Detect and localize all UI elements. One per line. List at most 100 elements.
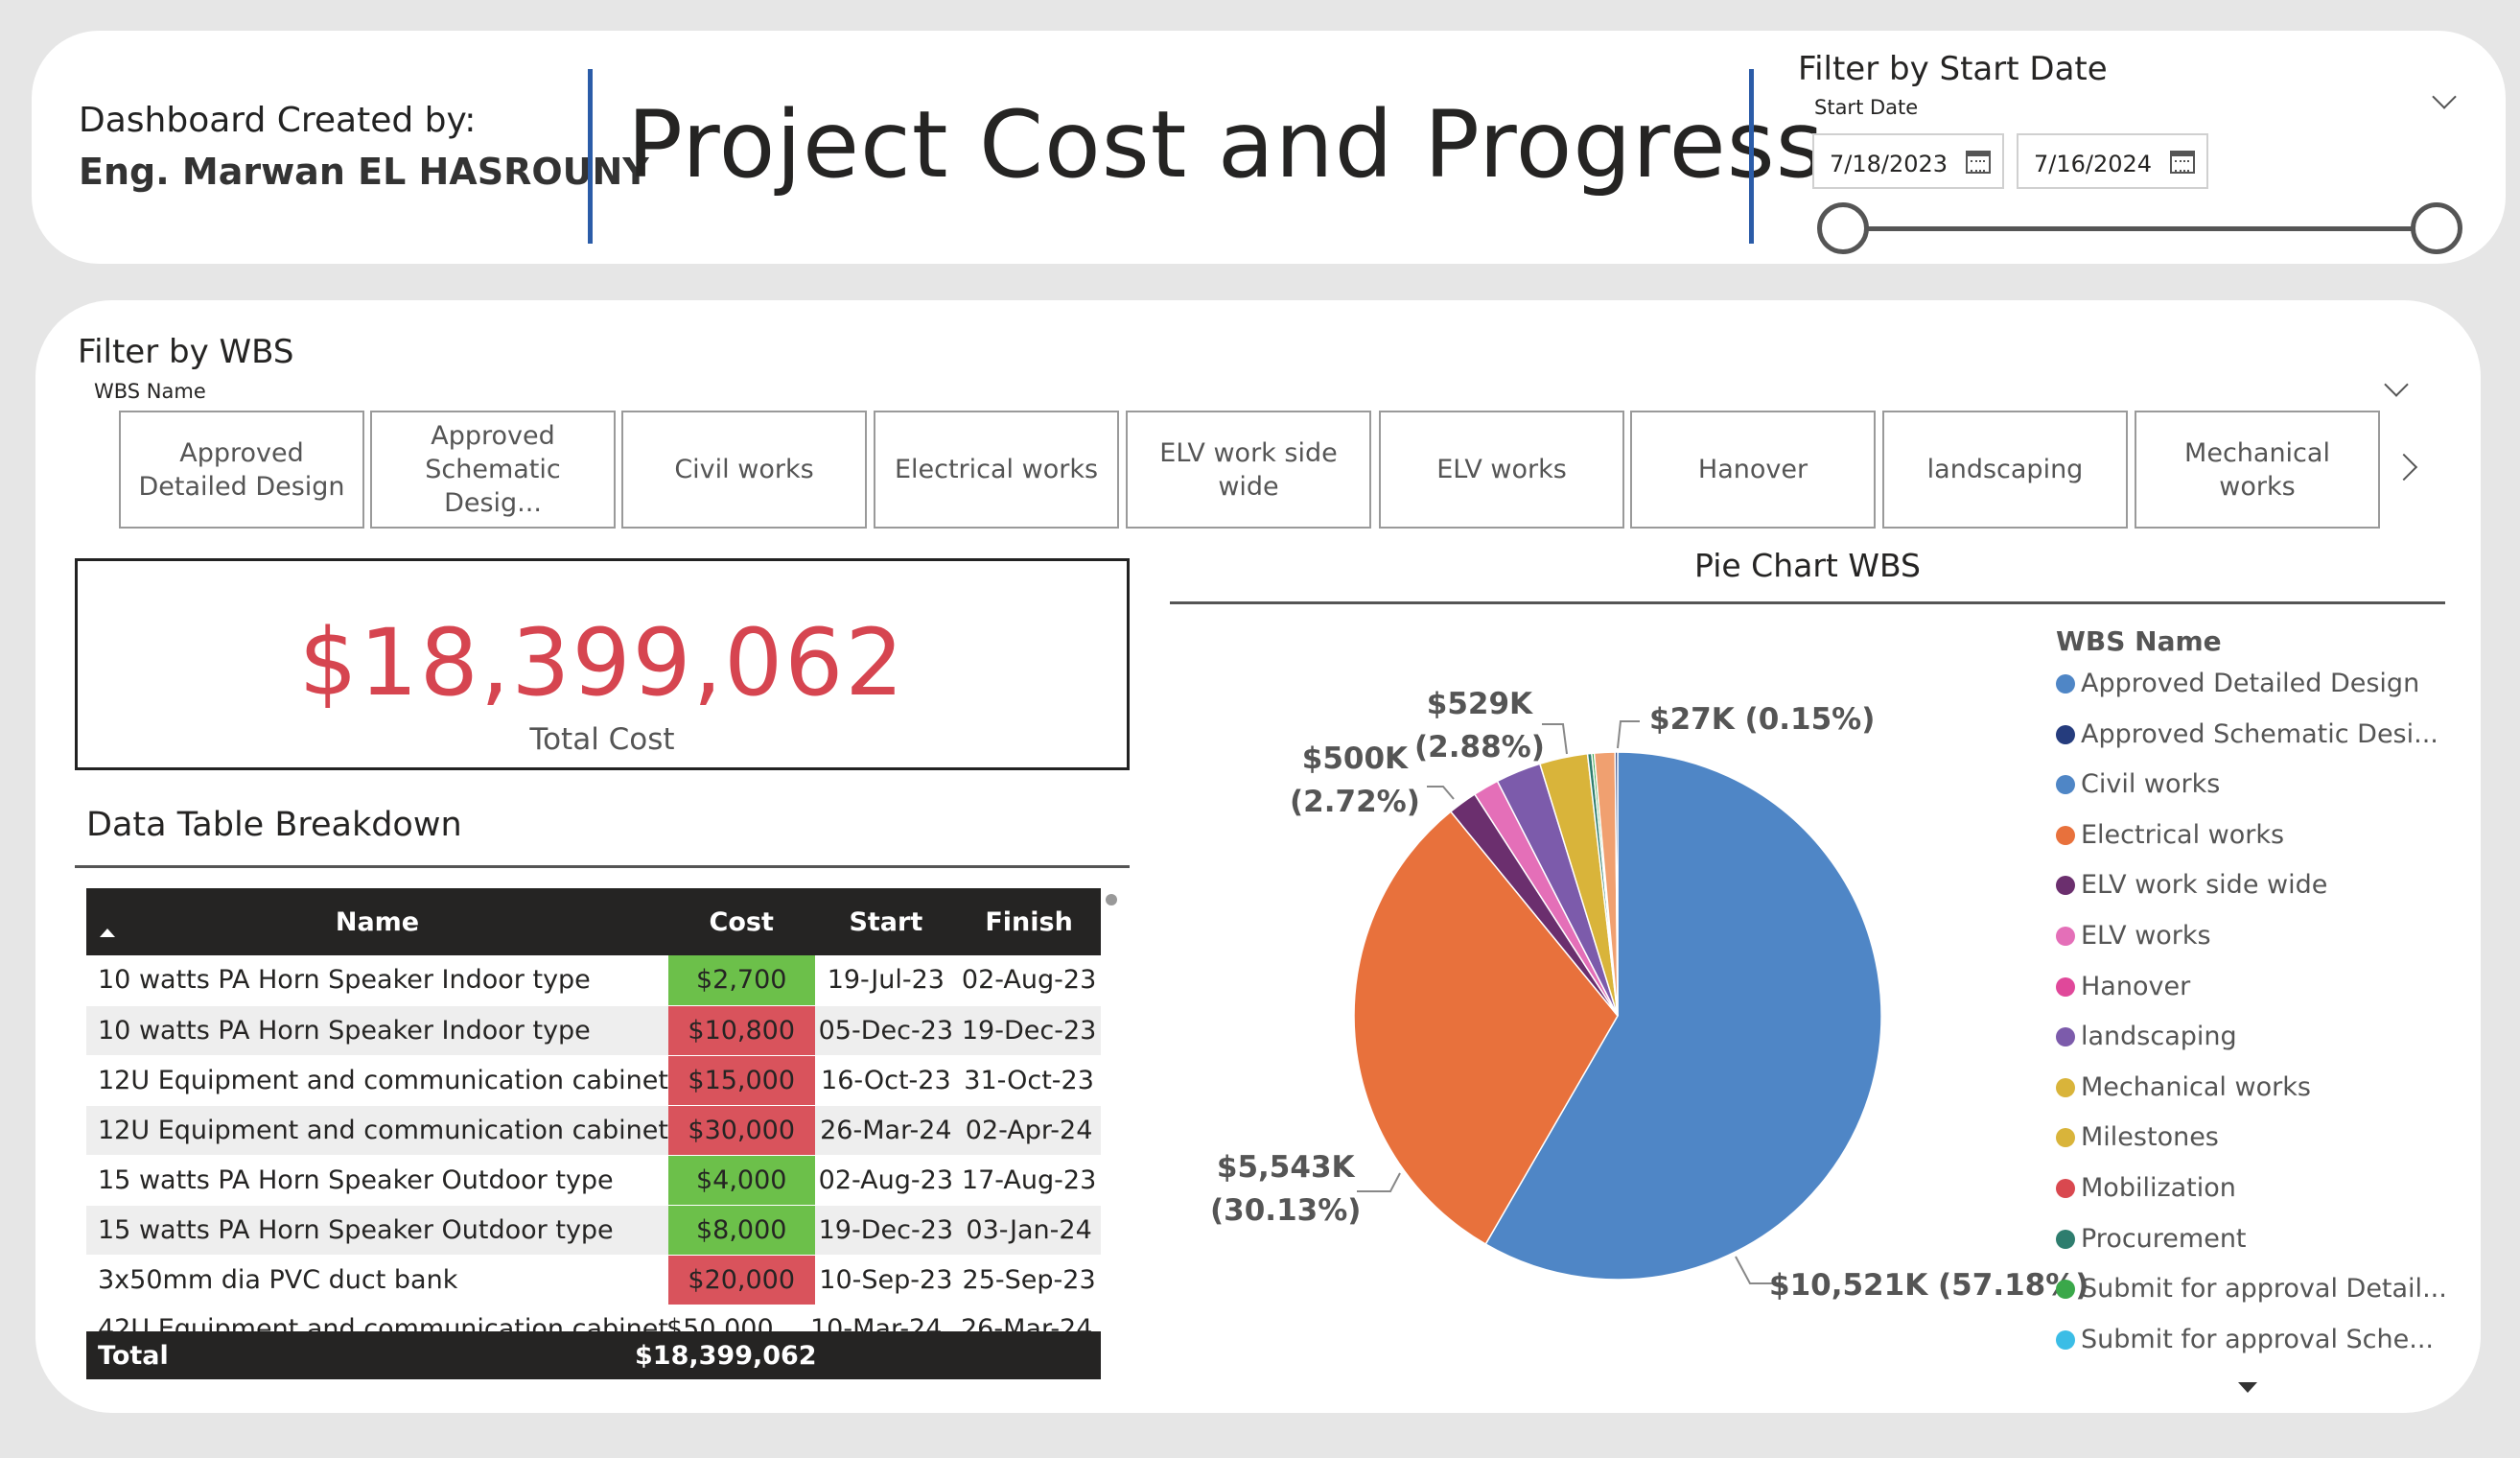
legend-item[interactable]: landscaping	[2056, 1022, 2237, 1051]
wbs-tile-hanover[interactable]: Hanover	[1630, 411, 1876, 529]
wbs-tile-electrical-works[interactable]: Electrical works	[874, 411, 1119, 529]
legend-item[interactable]: Approved Detailed Design	[2056, 669, 2419, 698]
column-header-finish[interactable]: Finish	[957, 888, 1101, 955]
cell-start: 05-Dec-23	[814, 1005, 958, 1056]
legend-item-label: landscaping	[2081, 1022, 2237, 1052]
legend-item[interactable]: Mechanical works	[2056, 1072, 2311, 1102]
slider-start-handle[interactable]	[1817, 202, 1869, 254]
legend-dot	[2056, 927, 2075, 946]
pie-label-electrical: $5,543K (30.13%)	[1210, 1146, 1361, 1233]
leader-line	[1357, 1172, 1401, 1192]
wbs-tile-approved-detailed-design[interactable]: Approved Detailed Design	[119, 411, 364, 529]
wbs-filter-subtitle: WBS Name	[94, 380, 206, 403]
slider-end-handle[interactable]	[2411, 202, 2462, 254]
total-value: $18,399,062	[635, 1341, 817, 1371]
leader-line	[1542, 723, 1568, 755]
cell-finish: 31-Oct-23	[957, 1055, 1101, 1106]
table-scrollbar[interactable]	[1106, 894, 1117, 905]
pie-chart-title: Pie Chart WBS	[1694, 547, 1921, 584]
wbs-tile-landscaping[interactable]: landscaping	[1882, 411, 2128, 529]
data-table: Name Cost Start Finish 10 watts PA Horn …	[86, 888, 1101, 1305]
end-date-value: 7/16/2024	[2034, 151, 2153, 177]
table-row[interactable]: 3x50mm dia PVC duct bank $20,000 10-Sep-23…	[86, 1255, 1101, 1305]
calendar-icon[interactable]	[1966, 151, 1991, 174]
legend-item[interactable]: Electrical works	[2056, 820, 2284, 850]
cell-start: 19-Jul-23	[814, 955, 958, 1006]
legend-dot	[2056, 1280, 2075, 1300]
pie-label-amount: $5,543K	[1216, 1150, 1355, 1185]
table-title-rule	[75, 865, 1130, 868]
legend-item-label: Submit for approval Sche...	[2081, 1324, 2434, 1354]
pie-label-amount: $10,521K	[1769, 1268, 1928, 1303]
date-slider-track[interactable]	[1844, 226, 2438, 231]
column-header-name[interactable]: Name	[86, 888, 668, 955]
wbs-tile-mechanical-works[interactable]: Mechanical works	[2135, 411, 2380, 529]
pie-label-civil: $10,521K (57.18%)	[1769, 1264, 2088, 1307]
total-cost-label: Total Cost	[529, 722, 675, 757]
legend-item[interactable]: ELV works	[2056, 921, 2211, 951]
column-header-cost[interactable]: Cost	[667, 888, 815, 955]
cell-finish: 26-Mar-24	[961, 1314, 1093, 1331]
pie-slices	[1353, 751, 1882, 1281]
cell-start: 02-Aug-23	[814, 1155, 958, 1206]
table-row[interactable]: 12U Equipment and communication cabinet $…	[86, 1055, 1101, 1106]
table-row[interactable]: 10 watts PA Horn Speaker Indoor type $2,7…	[86, 955, 1101, 1006]
end-date-input[interactable]: 7/16/2024	[2017, 133, 2208, 189]
legend-item[interactable]: ELV work side wide	[2056, 870, 2327, 900]
legend-item[interactable]: Civil works	[2056, 769, 2220, 799]
legend-dot	[2056, 1229, 2075, 1249]
date-filter-subtitle: Start Date	[1814, 96, 1919, 119]
table-row[interactable]: 15 watts PA Horn Speaker Outdoor type $4,…	[86, 1155, 1101, 1206]
legend-item-label: ELV works	[2081, 921, 2211, 951]
divider	[588, 69, 593, 244]
start-date-input[interactable]: 7/18/2023	[1812, 133, 2004, 189]
total-cost-value: $18,399,062	[298, 609, 906, 717]
cell-name: 15 watts PA Horn Speaker Outdoor type	[86, 1155, 668, 1206]
pie-label-amount: $500K	[1301, 741, 1409, 776]
wbs-tile-civil-works[interactable]: Civil works	[621, 411, 867, 529]
pie-title-rule	[1170, 601, 2445, 604]
cell-name: 3x50mm dia PVC duct bank	[86, 1255, 668, 1305]
legend-item[interactable]: Submit for approval Detail...	[2056, 1274, 2447, 1304]
cell-cost: $4,000	[667, 1155, 815, 1206]
wbs-tile-elv-works[interactable]: ELV works	[1379, 411, 1624, 529]
legend-item[interactable]: Hanover	[2056, 972, 2190, 1001]
legend-item[interactable]: Procurement	[2056, 1224, 2247, 1254]
table-total-row: Total $18,399,062	[86, 1331, 1101, 1379]
wbs-tile-approved-schematic-design[interactable]: Approved Schematic Desig...	[370, 411, 616, 529]
legend-scroll-down-icon[interactable]	[2238, 1382, 2257, 1393]
cell-cost: $20,000	[667, 1255, 815, 1305]
cell-name: 12U Equipment and communication cabinet	[86, 1105, 668, 1156]
legend-dot	[2056, 1077, 2075, 1097]
table-row[interactable]: 10 watts PA Horn Speaker Indoor type $10,…	[86, 1005, 1101, 1056]
legend-item[interactable]: Mobilization	[2056, 1173, 2236, 1203]
legend-item[interactable]: Submit for approval Sche...	[2056, 1325, 2434, 1354]
cell-cost: $50,000	[666, 1314, 774, 1331]
legend-item-label: Submit for approval Detail...	[2081, 1274, 2447, 1305]
legend-dot	[2056, 674, 2075, 694]
calendar-icon[interactable]	[2170, 151, 2195, 174]
legend-dot	[2056, 1329, 2075, 1350]
legend-item[interactable]: Approved Schematic Desi...	[2056, 719, 2438, 749]
legend-item-label: Mechanical works	[2081, 1071, 2311, 1102]
legend-dot	[2056, 775, 2075, 795]
column-header-start[interactable]: Start	[814, 888, 958, 955]
date-filter-title: Filter by Start Date	[1798, 50, 2108, 88]
table-row[interactable]: 12U Equipment and communication cabinet $…	[86, 1105, 1101, 1156]
total-cost-card: $18,399,062 Total Cost	[75, 558, 1130, 770]
legend-dot	[2056, 724, 2075, 744]
pie-label-submit: $27K (0.15%)	[1649, 698, 1875, 741]
cell-start: 10-Mar-24	[810, 1314, 943, 1331]
legend-item-label: Approved Schematic Desi...	[2081, 718, 2438, 749]
cell-start: 19-Dec-23	[814, 1205, 958, 1256]
table-row[interactable]: 15 watts PA Horn Speaker Outdoor type $8,…	[86, 1205, 1101, 1256]
legend-item[interactable]: Milestones	[2056, 1122, 2219, 1152]
legend-dot	[2056, 1027, 2075, 1047]
legend-item-label: Hanover	[2081, 971, 2191, 1001]
wbs-tile-elv-work-side-wide[interactable]: ELV work side wide	[1126, 411, 1371, 529]
sort-ascending-icon[interactable]	[100, 929, 115, 937]
wbs-filter-title: Filter by WBS	[78, 333, 294, 371]
cell-finish: 03-Jan-24	[957, 1205, 1101, 1256]
table-header-row: Name Cost Start Finish	[86, 888, 1101, 955]
cell-cost: $2,700	[667, 955, 815, 1006]
